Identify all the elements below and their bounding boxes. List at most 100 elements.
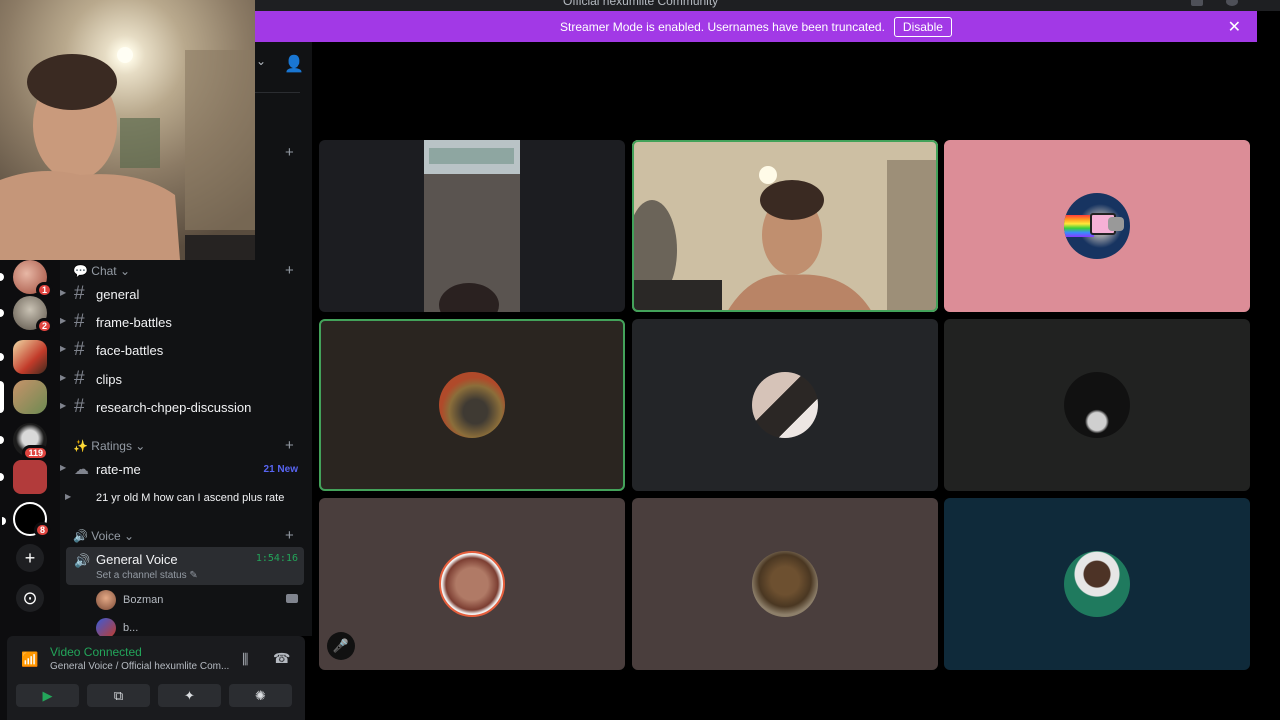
- create-channel-icon[interactable]: +: [285, 527, 294, 544]
- participant-tile-active-speaker[interactable]: [319, 319, 625, 491]
- voice-channel-name: General Voice: [96, 552, 178, 567]
- connection-signal-icon[interactable]: 📶: [21, 651, 38, 668]
- server-icon[interactable]: 119: [0, 423, 49, 461]
- share-screen-button[interactable]: ⧉: [87, 684, 150, 707]
- channel-name: frame-battles: [96, 315, 172, 330]
- avatar: [752, 372, 818, 438]
- channel-frame-battles[interactable]: ▶ # frame-battles: [60, 309, 312, 337]
- avatar: [1064, 193, 1130, 259]
- explore-servers-button[interactable]: ⊙: [16, 584, 44, 612]
- new-posts-badge: 21 New: [263, 464, 298, 475]
- unread-bullet: ▶: [65, 492, 72, 501]
- mention-badge: 8: [33, 522, 51, 538]
- mention-badge: 1: [35, 282, 53, 298]
- unread-bullet: ▶: [60, 373, 67, 382]
- category-label: ✨ Ratings ⌄: [73, 439, 146, 453]
- hash-icon: #: [74, 396, 85, 417]
- create-channel-icon[interactable]: +: [285, 144, 294, 161]
- selected-pip: [0, 381, 4, 413]
- category-label: 🔊 Voice ⌄: [73, 529, 135, 543]
- call-timer: 1:54:16: [255, 553, 298, 564]
- disconnect-icon[interactable]: ☎: [273, 650, 290, 667]
- forum-icon: ☁: [74, 461, 89, 478]
- banner-message: Streamer Mode is enabled. Usernames have…: [560, 19, 885, 34]
- channel-research-chpep-discussion[interactable]: ▶ # research-chpep-discussion: [60, 394, 312, 422]
- window-titlebar: Official hexumlite Community: [255, 0, 1280, 11]
- soundboard-icon: ✺: [255, 688, 266, 703]
- activities-button[interactable]: ✦: [158, 684, 221, 707]
- hash-icon: #: [74, 283, 85, 304]
- noise-suppression-icon[interactable]: ⫼: [242, 651, 248, 668]
- channel-clips[interactable]: ▶ # clips: [60, 366, 312, 394]
- server-icon[interactable]: 1: [0, 260, 53, 298]
- voice-user-name: b...: [123, 622, 139, 634]
- create-channel-icon[interactable]: +: [285, 262, 294, 279]
- screen-share-icon: ⧉: [113, 688, 124, 703]
- channel-name: research-chpep-discussion: [96, 400, 252, 415]
- server-icon-selected[interactable]: [0, 380, 47, 414]
- unread-pip: [2, 517, 6, 525]
- camera-feed-image: [0, 47, 255, 260]
- category-voice[interactable]: 🔊 Voice ⌄ +: [73, 527, 294, 544]
- create-channel-icon[interactable]: +: [285, 437, 294, 454]
- participant-tile[interactable]: [944, 140, 1250, 312]
- unread-bullet: ▶: [60, 316, 67, 325]
- camera-icon: [286, 594, 298, 603]
- server-icon[interactable]: 2: [0, 296, 53, 334]
- channel-name: rate-me: [96, 462, 141, 477]
- participant-tile[interactable]: [944, 498, 1250, 670]
- unread-bullet: ▶: [60, 463, 67, 472]
- thread-item[interactable]: ▶ 21 yr old M how can I ascend plus rate: [65, 492, 285, 504]
- inbox-icon[interactable]: [1191, 0, 1203, 6]
- avatar: [752, 551, 818, 617]
- add-server-button[interactable]: +: [16, 544, 44, 572]
- channel-name: face-battles: [96, 343, 164, 358]
- window-title: Official hexumlite Community: [563, 0, 719, 8]
- muted-mic-icon: 🎤: [327, 632, 355, 660]
- channel-name: clips: [96, 372, 123, 387]
- help-icon[interactable]: [1226, 0, 1238, 6]
- camera-toggle-button[interactable]: ▶: [16, 684, 79, 707]
- category-ratings[interactable]: ✨ Ratings ⌄ +: [73, 437, 294, 454]
- participant-tile[interactable]: [632, 498, 938, 670]
- participant-tile[interactable]: [319, 140, 625, 312]
- hash-icon: #: [74, 368, 85, 389]
- category-chat[interactable]: 💬 Chat ⌄ +: [73, 262, 294, 279]
- close-icon[interactable]: ✕: [1228, 17, 1241, 37]
- category-label: 💬 Chat ⌄: [73, 264, 131, 278]
- mention-badge: 119: [22, 445, 49, 461]
- avatar: [439, 372, 505, 438]
- connection-channel[interactable]: General Voice / Official hexumlite Com..…: [50, 661, 229, 672]
- channel-general[interactable]: ▶ # general: [60, 281, 312, 309]
- participant-tile[interactable]: 🎤: [319, 498, 625, 670]
- unread-bullet: ▶: [60, 288, 67, 297]
- participant-tile-active-speaker[interactable]: [632, 140, 938, 312]
- thread-title: 21 yr old M how can I ascend plus rate: [96, 492, 285, 504]
- voice-channel-general[interactable]: 🔊 General Voice 1:54:16 Set a channel st…: [66, 547, 304, 585]
- participant-tile[interactable]: [944, 319, 1250, 491]
- chevron-down-icon[interactable]: ⌄: [256, 54, 266, 68]
- voice-user-name: Bozman: [123, 594, 164, 606]
- soundboard-button[interactable]: ✺: [229, 684, 292, 707]
- server-icon[interactable]: 8: [2, 502, 51, 538]
- server-icon[interactable]: [0, 340, 47, 374]
- disable-streamer-mode-button[interactable]: Disable: [893, 16, 952, 37]
- avatar: [1064, 551, 1130, 617]
- mention-badge: 2: [35, 318, 53, 334]
- activities-icon: ✦: [184, 688, 195, 703]
- participant-tile[interactable]: [632, 319, 938, 491]
- voice-connection-panel: 📶 Video Connected General Voice / Offici…: [7, 636, 305, 720]
- divider: [255, 92, 300, 93]
- speaker-icon: 🔊: [74, 553, 91, 568]
- channel-rate-me[interactable]: ▶ ☁ rate-me 21 New: [60, 456, 312, 484]
- unread-pip: [0, 309, 4, 317]
- server-icon[interactable]: [0, 460, 47, 494]
- channel-face-battles[interactable]: ▶ # face-battles: [60, 337, 312, 365]
- unread-pip: [0, 273, 4, 281]
- camera-icon: ▶: [42, 688, 53, 703]
- unread-bullet: ▶: [60, 401, 67, 410]
- invite-people-icon[interactable]: 👤: [284, 54, 304, 74]
- set-channel-status-link[interactable]: Set a channel status ✎: [96, 570, 198, 581]
- self-camera-preview[interactable]: [0, 0, 255, 260]
- hash-icon: #: [74, 339, 85, 360]
